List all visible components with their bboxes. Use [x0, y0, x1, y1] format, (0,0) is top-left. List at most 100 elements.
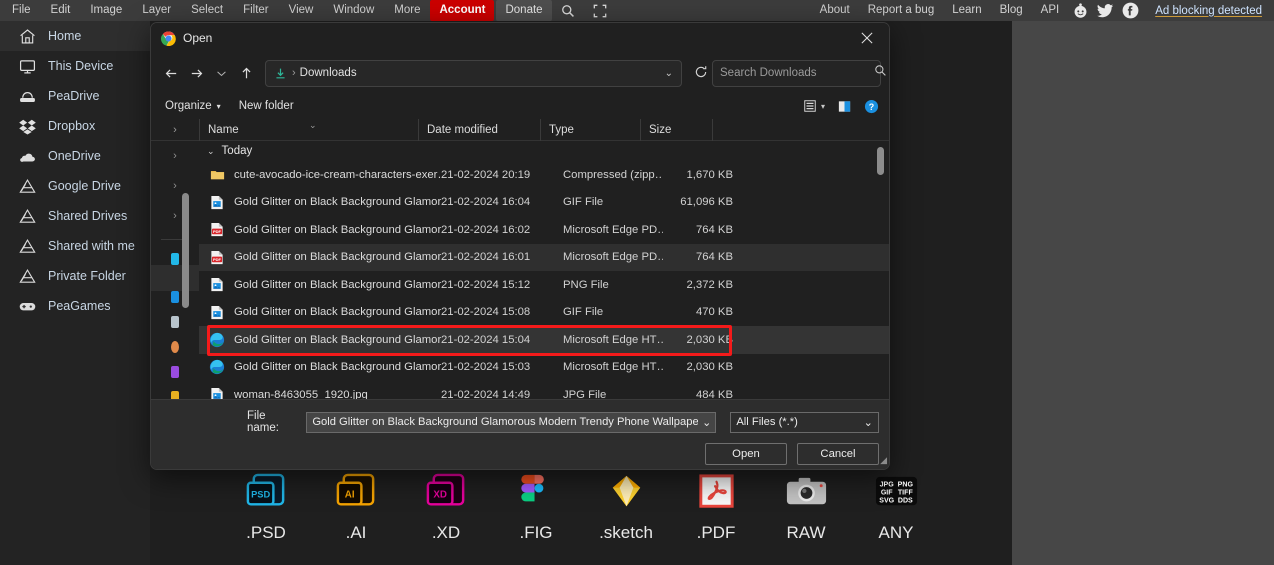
menu-report-a-bug[interactable]: Report a bug	[859, 0, 944, 21]
menu-blog[interactable]: Blog	[991, 0, 1032, 21]
arrow-right-icon[interactable]	[184, 60, 209, 86]
file-name: Gold Glitter on Black Background Glamor…	[234, 333, 441, 346]
google-drive-icon	[18, 237, 37, 256]
table-row[interactable]: Gold Glitter on Black Background Glamor……	[199, 354, 889, 382]
tree-item-stub[interactable]	[171, 253, 179, 265]
sidebar-item-shared-with-me[interactable]: Shared with me	[0, 231, 150, 261]
chevron-down-icon[interactable]: ⌄	[665, 68, 675, 79]
table-row[interactable]: Gold Glitter on Black Background Glamor……	[199, 299, 889, 327]
arrow-up-icon[interactable]	[234, 60, 259, 86]
menu-filter[interactable]: Filter	[233, 0, 279, 21]
menu-window[interactable]: Window	[323, 0, 384, 21]
chevron-down-icon[interactable]: ⌄	[860, 416, 873, 429]
edge-file-icon	[205, 359, 229, 375]
menu-layer[interactable]: Layer	[132, 0, 181, 21]
file-type-select[interactable]: All Files (*.*) ⌄	[730, 411, 879, 433]
open-button[interactable]: Open	[705, 443, 787, 465]
close-icon[interactable]	[845, 23, 889, 53]
arrow-left-icon[interactable]	[159, 60, 184, 86]
menu-more[interactable]: More	[384, 0, 430, 21]
column-header-name[interactable]: ⌄ Name	[199, 118, 418, 141]
sidebar-item-private-folder[interactable]: Private Folder	[0, 261, 150, 291]
filetype-pdf[interactable]: .PDF	[680, 471, 752, 543]
view-list-icon[interactable]: ▾	[803, 99, 825, 113]
file-name-value: Gold Glitter on Black Background Glamoro…	[312, 416, 699, 428]
tree-expander-icon[interactable]: ›	[151, 171, 199, 201]
file-date-modified: 21-02-2024 15:08	[441, 306, 531, 319]
tree-item-stub[interactable]	[171, 366, 179, 378]
address-breadcrumb-bar[interactable]: › Downloads ⌄	[265, 59, 682, 87]
fullscreen-icon[interactable]	[584, 4, 616, 18]
filetype-raw[interactable]: RAW	[770, 471, 842, 543]
menu-api[interactable]: API	[1032, 0, 1069, 21]
search-icon[interactable]	[552, 4, 584, 18]
search-input[interactable]	[720, 67, 874, 79]
dialog-title-bar[interactable]: Open	[151, 23, 889, 53]
resize-grip-icon[interactable]: ◢	[880, 455, 887, 466]
sidebar-item-onedrive[interactable]: OneDrive	[0, 141, 150, 171]
filetype-xd[interactable]: XD .XD	[410, 471, 482, 543]
tree-item-stub[interactable]	[171, 316, 179, 328]
new-folder-button[interactable]: New folder	[239, 100, 294, 112]
navpane-expander-icon[interactable]: ›	[151, 124, 199, 136]
filetype-psd[interactable]: PSD .PSD	[230, 471, 302, 543]
reddit-icon[interactable]	[1072, 2, 1089, 19]
sidebar-item-shared-drives[interactable]: Shared Drives	[0, 201, 150, 231]
sidebar-item-home[interactable]: Home	[0, 21, 150, 51]
filetype-sketch[interactable]: .sketch	[590, 471, 662, 543]
file-group-header[interactable]: ⌄ Today	[199, 141, 889, 161]
file-name-input[interactable]: Gold Glitter on Black Background Glamoro…	[306, 411, 717, 433]
filetype-fig[interactable]: .FIG	[500, 471, 572, 543]
table-row[interactable]: Gold Glitter on Black Background Glamor……	[199, 189, 889, 217]
tree-item-stub[interactable]	[171, 291, 179, 303]
filetype-any[interactable]: JPG PNG GIF TIFF SVG DDS ANY	[860, 471, 932, 543]
refresh-icon[interactable]	[690, 65, 712, 82]
column-header-date-modified[interactable]: Date modified	[418, 118, 540, 141]
cancel-button[interactable]: Cancel	[797, 443, 879, 465]
account-button[interactable]: Account	[430, 0, 495, 21]
chevron-down-icon[interactable]: ⌄	[698, 416, 710, 429]
sidebar-item-peagames[interactable]: PeaGames	[0, 291, 150, 321]
tree-expander-icon[interactable]: ›	[151, 201, 199, 231]
preview-pane-icon[interactable]	[837, 99, 852, 114]
search-icon[interactable]	[874, 64, 887, 82]
chevron-down-icon[interactable]: ⌄	[207, 146, 215, 157]
donate-button[interactable]: Donate	[496, 0, 552, 21]
menu-about[interactable]: About	[811, 0, 859, 21]
sidebar-item-this-device[interactable]: This Device	[0, 51, 150, 81]
column-header-size[interactable]: Size	[640, 118, 712, 141]
organize-button[interactable]: Organize ▾	[165, 100, 221, 112]
menu-view[interactable]: View	[279, 0, 324, 21]
menu-select[interactable]: Select	[181, 0, 233, 21]
file-date-modified: 21-02-2024 15:04	[441, 333, 531, 346]
table-row[interactable]: PDF Gold Glitter on Black Background Gla…	[199, 216, 889, 244]
sidebar-item-peadrive[interactable]: PeaDrive	[0, 81, 150, 111]
twitter-icon[interactable]	[1097, 2, 1114, 19]
file-name: Gold Glitter on Black Background Glamor…	[234, 306, 441, 319]
file-type: Microsoft Edge PD…	[563, 251, 663, 264]
chevron-down-icon[interactable]	[209, 60, 234, 86]
view-options-group: ▾ ?	[803, 99, 879, 114]
search-downloads-box[interactable]	[712, 59, 886, 87]
sidebar-item-google-drive[interactable]: Google Drive	[0, 171, 150, 201]
facebook-icon[interactable]	[1122, 2, 1139, 19]
table-row[interactable]: Gold Glitter on Black Background Glamor……	[199, 271, 889, 299]
tree-item-stub[interactable]	[171, 341, 179, 353]
column-header-type[interactable]: Type	[540, 118, 640, 141]
help-icon[interactable]: ?	[864, 99, 879, 114]
menu-image[interactable]: Image	[80, 0, 132, 21]
menu-edit[interactable]: Edit	[41, 0, 81, 21]
sidebar-item-dropbox[interactable]: Dropbox	[0, 111, 150, 141]
ad-blocking-notice[interactable]: Ad blocking detected	[1143, 5, 1268, 17]
navpane-scrollbar[interactable]	[182, 193, 189, 308]
filetype-ai[interactable]: AI .AI	[320, 471, 392, 543]
tree-expander-icon[interactable]: ›	[151, 141, 199, 171]
table-row-highlighted[interactable]: Gold Glitter on Black Background Glamor……	[199, 326, 889, 354]
svg-text:PSD: PSD	[251, 489, 270, 499]
file-size: 1,670 KB	[686, 168, 733, 181]
tree-item-selected[interactable]	[151, 265, 199, 291]
table-row[interactable]: PDF Gold Glitter on Black Background Gla…	[199, 243, 889, 271]
menu-file[interactable]: File	[2, 0, 41, 21]
menu-learn[interactable]: Learn	[943, 0, 990, 21]
table-row[interactable]: cute-avocado-ice-cream-characters-exer… …	[199, 161, 889, 189]
